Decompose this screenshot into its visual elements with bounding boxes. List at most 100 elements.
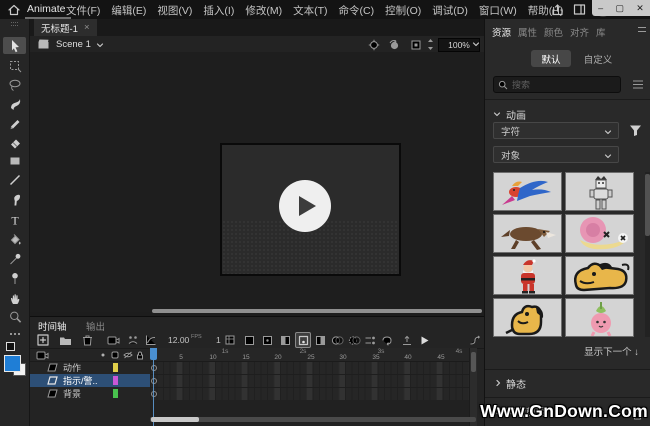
remove-frame-button[interactable] bbox=[260, 333, 274, 347]
insert-frame-button[interactable] bbox=[242, 333, 256, 347]
selection-tool[interactable] bbox=[3, 37, 26, 54]
layer-row-action[interactable]: 动作 bbox=[30, 361, 150, 374]
insert-blank-keyframe-button[interactable] bbox=[295, 332, 311, 348]
tab-timeline[interactable]: 时间轴 bbox=[38, 319, 67, 333]
fluid-brush-tool[interactable] bbox=[3, 95, 26, 112]
timeline-horizontal-scrollbar[interactable] bbox=[150, 417, 476, 422]
menu-file[interactable]: 文件(F) bbox=[66, 3, 100, 18]
default-colors-icon[interactable] bbox=[6, 342, 15, 351]
classic-brush-tool[interactable] bbox=[3, 191, 26, 208]
panel-menu-icon[interactable] bbox=[637, 25, 647, 34]
hand-tool[interactable] bbox=[3, 289, 26, 306]
menu-view[interactable]: 视图(V) bbox=[157, 3, 192, 18]
static-section-chevron-icon[interactable] bbox=[494, 379, 502, 387]
layer-color-swatch[interactable] bbox=[113, 389, 118, 398]
new-layer-button[interactable] bbox=[36, 333, 50, 347]
edit-multiple-frames-button[interactable] bbox=[363, 333, 377, 347]
frames-grid[interactable]: 1s 2s 3s 4s 5 10 15 20 25 30 35 40 45 50 bbox=[150, 348, 476, 426]
highlight-column-icon[interactable] bbox=[101, 353, 105, 357]
scrollbar-thumb[interactable] bbox=[645, 174, 650, 236]
maximize-button[interactable]: ▢ bbox=[615, 3, 624, 14]
play-overlay-button[interactable] bbox=[279, 180, 331, 232]
mode-default-button[interactable]: 默认 bbox=[531, 50, 571, 67]
asset-thumbnail-sitting-dog[interactable] bbox=[493, 298, 562, 337]
menu-text[interactable]: 文本(T) bbox=[293, 3, 327, 18]
stage-horizontal-scrollbar[interactable] bbox=[152, 309, 482, 313]
animated-section-chevron-icon[interactable] bbox=[493, 110, 501, 118]
rectangle-tool[interactable] bbox=[3, 152, 26, 169]
lock-column-icon[interactable] bbox=[136, 351, 144, 360]
tab-align[interactable]: 对齐 bbox=[570, 25, 589, 39]
delete-layer-button[interactable] bbox=[80, 333, 94, 347]
timeline-play-button[interactable] bbox=[417, 333, 431, 347]
pencil-tool[interactable] bbox=[3, 114, 26, 131]
loop-button[interactable] bbox=[380, 333, 394, 347]
keyframe-dot[interactable] bbox=[151, 378, 157, 384]
asset-thumbnail-robot-character[interactable] bbox=[565, 172, 634, 211]
static-section-header[interactable]: 静态 bbox=[506, 376, 526, 391]
layer-color-swatch[interactable] bbox=[113, 376, 118, 385]
asset-thumbnail-running-wolf[interactable] bbox=[493, 214, 562, 253]
outline-column-icon[interactable] bbox=[111, 351, 119, 359]
fill-color-swatch[interactable] bbox=[4, 355, 21, 372]
new-folder-button[interactable] bbox=[58, 333, 72, 347]
tab-color[interactable]: 颜色 bbox=[544, 25, 563, 39]
scrollbar-thumb[interactable] bbox=[151, 417, 199, 422]
ease-curve-icon[interactable] bbox=[468, 333, 482, 347]
workspace-icon[interactable] bbox=[573, 3, 586, 16]
filter-type-select[interactable]: 字符 bbox=[493, 122, 619, 139]
asset-thumbnail-lying-dog[interactable] bbox=[565, 256, 634, 295]
convert-keyframe-button[interactable] bbox=[313, 333, 327, 347]
minimize-button[interactable]: – bbox=[598, 3, 603, 13]
scrollbar-thumb[interactable] bbox=[471, 352, 476, 372]
tab-library[interactable]: 库 bbox=[596, 25, 606, 39]
onion-skin-outline-button[interactable] bbox=[347, 333, 361, 347]
scene-breadcrumb[interactable]: Scene 1 bbox=[56, 39, 91, 50]
more-tools-button[interactable] bbox=[3, 325, 26, 342]
eraser-tool[interactable] bbox=[3, 133, 26, 150]
playhead-marker[interactable] bbox=[150, 348, 157, 360]
asset-thumbnail-dizzy-snail[interactable] bbox=[565, 214, 634, 253]
list-view-icon[interactable] bbox=[632, 79, 644, 90]
graph-editor-button[interactable] bbox=[144, 333, 158, 347]
center-stage-icon[interactable] bbox=[368, 39, 380, 51]
visibility-column-icon[interactable] bbox=[123, 351, 133, 359]
zoom-tool[interactable] bbox=[3, 308, 26, 325]
layer-row-background[interactable]: 背景 bbox=[30, 387, 150, 400]
animated-section-header[interactable]: 动画 bbox=[506, 107, 526, 122]
show-next-link[interactable]: 显示下一个 ↓ bbox=[541, 344, 639, 358]
scene-chevron-down-icon[interactable] bbox=[96, 41, 104, 49]
layer-depth-button[interactable] bbox=[126, 333, 140, 347]
insert-keyframe-button[interactable] bbox=[278, 333, 292, 347]
document-tab-close-icon[interactable]: × bbox=[84, 22, 90, 33]
stage-pasteboard[interactable] bbox=[30, 52, 484, 312]
keyframe-dot[interactable] bbox=[151, 391, 157, 397]
tab-properties[interactable]: 属性 bbox=[518, 25, 537, 39]
asset-warp-tool[interactable] bbox=[3, 269, 26, 286]
frame-row[interactable] bbox=[150, 387, 476, 401]
frame-row[interactable] bbox=[150, 374, 476, 388]
menu-edit[interactable]: 编辑(E) bbox=[111, 3, 146, 18]
close-button[interactable]: ✕ bbox=[636, 3, 644, 14]
eyedropper-tool[interactable] bbox=[3, 250, 26, 267]
filter-object-select[interactable]: 对象 bbox=[493, 146, 619, 163]
paint-bucket-tool[interactable] bbox=[3, 231, 26, 248]
rotate-view-icon[interactable] bbox=[388, 39, 400, 51]
share-icon[interactable] bbox=[551, 3, 564, 16]
menu-insert[interactable]: 插入(I) bbox=[203, 3, 234, 18]
zoom-stepper-icon[interactable] bbox=[426, 38, 435, 51]
frames-vertical-scrollbar[interactable] bbox=[469, 348, 477, 426]
mode-custom-button[interactable]: 自定义 bbox=[575, 50, 621, 67]
layer-row-indicator[interactable]: 指示/警.. bbox=[30, 374, 150, 387]
tab-output[interactable]: 输出 bbox=[86, 319, 105, 333]
line-tool[interactable] bbox=[3, 171, 26, 188]
filter-funnel-icon[interactable] bbox=[629, 124, 642, 137]
camera-layer-icon[interactable] bbox=[36, 350, 49, 360]
lasso-tool[interactable] bbox=[3, 76, 26, 93]
export-frame-button[interactable] bbox=[400, 333, 414, 347]
document-tab[interactable]: 无标题-1 × bbox=[34, 19, 97, 36]
keyframe-dot[interactable] bbox=[151, 365, 157, 371]
asset-thumbnail-radish-creature[interactable] bbox=[565, 298, 634, 337]
assets-vertical-scrollbar[interactable] bbox=[645, 172, 650, 337]
fps-value[interactable]: 12.00 bbox=[168, 335, 189, 345]
